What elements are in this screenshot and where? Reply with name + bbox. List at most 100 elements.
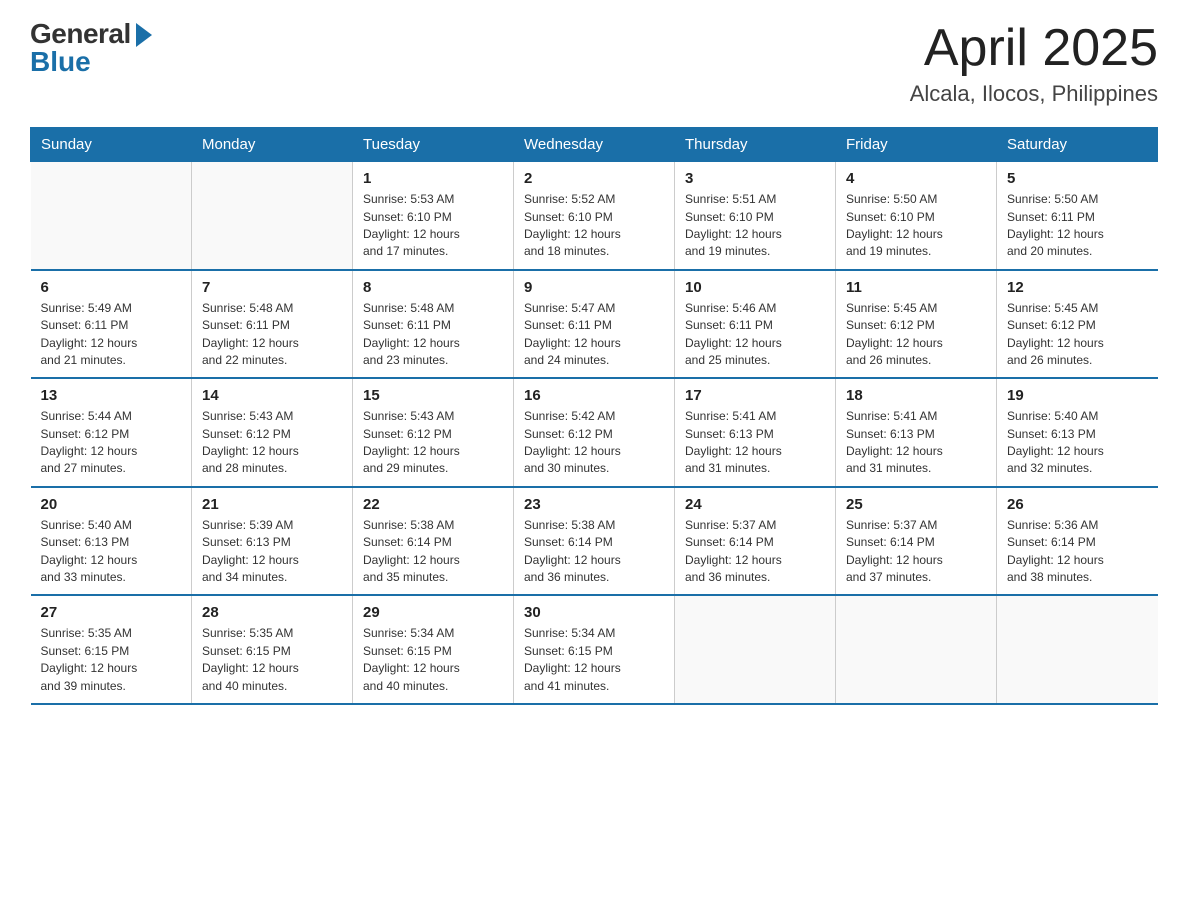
- day-number: 23: [524, 496, 664, 513]
- day-number: 26: [1007, 496, 1148, 513]
- calendar-cell: 28Sunrise: 5:35 AM Sunset: 6:15 PM Dayli…: [192, 595, 353, 704]
- calendar-cell: 18Sunrise: 5:41 AM Sunset: 6:13 PM Dayli…: [836, 378, 997, 487]
- day-number: 3: [685, 170, 825, 187]
- calendar-cell: [192, 162, 353, 270]
- day-number: 20: [41, 496, 182, 513]
- calendar-cell: 10 Sunrise: 5:46 AM Sunset: 6:11 PM Dayli…: [675, 270, 836, 379]
- day-number: 21: [202, 496, 342, 513]
- day-info: Sunrise: 5:50 AM Sunset: 6:10 PM Dayligh…: [846, 191, 986, 261]
- day-number: 17: [685, 387, 825, 404]
- day-number: 18: [846, 387, 986, 404]
- calendar-cell: 30 Sunrise: 5:34 AM Sunset: 6:15 PM Dayli…: [514, 595, 675, 704]
- logo-arrow-icon: [136, 23, 152, 47]
- calendar-cell: 7 Sunrise: 5:48 AM Sunset: 6:11 PM Daylig…: [192, 270, 353, 379]
- day-number: 19: [1007, 387, 1148, 404]
- day-info: Sunrise: 5:45 AM Sunset: 6:12 PM Dayligh…: [1007, 300, 1148, 370]
- calendar-week-row: 6Sunrise: 5:49 AM Sunset: 6:11 PM Daylig…: [31, 270, 1158, 379]
- day-info: Sunrise: 5:43 AM Sunset: 6:12 PM Dayligh…: [363, 408, 503, 478]
- calendar-cell: 24Sunrise: 5:37 AM Sunset: 6:14 PM Dayli…: [675, 487, 836, 596]
- day-info: Sunrise: 5:38 AM Sunset: 6:14 PM Dayligh…: [363, 517, 503, 587]
- logo-blue-text: Blue: [30, 48, 91, 76]
- page-header: General Blue April 2025 Alcala, Ilocos, …: [30, 20, 1158, 107]
- day-info: Sunrise: 5:48 AM Sunset: 6:11 PM Dayligh…: [202, 300, 342, 370]
- day-info: Sunrise: 5:39 AM Sunset: 6:13 PM Dayligh…: [202, 517, 342, 587]
- calendar-cell: 23 Sunrise: 5:38 AM Sunset: 6:14 PM Dayli…: [514, 487, 675, 596]
- calendar-cell: [836, 595, 997, 704]
- day-number: 14: [202, 387, 342, 404]
- calendar-cell: 12 Sunrise: 5:45 AM Sunset: 6:12 PM Dayli…: [997, 270, 1158, 379]
- weekday-header-sunday: Sunday: [31, 128, 192, 162]
- day-info: Sunrise: 5:40 AM Sunset: 6:13 PM Dayligh…: [41, 517, 182, 587]
- day-info: Sunrise: 5:44 AM Sunset: 6:12 PM Dayligh…: [41, 408, 182, 478]
- calendar-cell: 29 Sunrise: 5:34 AM Sunset: 6:15 PM Dayli…: [353, 595, 514, 704]
- day-number: 13: [41, 387, 182, 404]
- day-info: Sunrise: 5:50 AM Sunset: 6:11 PM Dayligh…: [1007, 191, 1148, 261]
- calendar-cell: 17 Sunrise: 5:41 AM Sunset: 6:13 PM Dayli…: [675, 378, 836, 487]
- calendar-cell: 20 Sunrise: 5:40 AM Sunset: 6:13 PM Dayli…: [31, 487, 192, 596]
- calendar-cell: 1 Sunrise: 5:53 AM Sunset: 6:10 PM Daylig…: [353, 162, 514, 270]
- day-number: 5: [1007, 170, 1148, 187]
- day-number: 7: [202, 279, 342, 296]
- logo: General Blue: [30, 20, 152, 76]
- day-info: Sunrise: 5:43 AM Sunset: 6:12 PM Dayligh…: [202, 408, 342, 478]
- day-number: 9: [524, 279, 664, 296]
- calendar-week-row: 1 Sunrise: 5:53 AM Sunset: 6:10 PM Daylig…: [31, 162, 1158, 270]
- calendar-cell: 5 Sunrise: 5:50 AM Sunset: 6:11 PM Daylig…: [997, 162, 1158, 270]
- calendar-header: SundayMondayTuesdayWednesdayThursdayFrid…: [31, 128, 1158, 162]
- calendar-cell: 22 Sunrise: 5:38 AM Sunset: 6:14 PM Dayli…: [353, 487, 514, 596]
- day-number: 8: [363, 279, 503, 296]
- day-number: 1: [363, 170, 503, 187]
- weekday-header-saturday: Saturday: [997, 128, 1158, 162]
- day-info: Sunrise: 5:38 AM Sunset: 6:14 PM Dayligh…: [524, 517, 664, 587]
- day-info: Sunrise: 5:34 AM Sunset: 6:15 PM Dayligh…: [524, 625, 664, 695]
- day-number: 24: [685, 496, 825, 513]
- calendar-cell: 15 Sunrise: 5:43 AM Sunset: 6:12 PM Dayli…: [353, 378, 514, 487]
- calendar-cell: 26 Sunrise: 5:36 AM Sunset: 6:14 PM Dayli…: [997, 487, 1158, 596]
- day-info: Sunrise: 5:42 AM Sunset: 6:12 PM Dayligh…: [524, 408, 664, 478]
- calendar-cell: 25Sunrise: 5:37 AM Sunset: 6:14 PM Dayli…: [836, 487, 997, 596]
- calendar-cell: 19 Sunrise: 5:40 AM Sunset: 6:13 PM Dayli…: [997, 378, 1158, 487]
- calendar-cell: 21 Sunrise: 5:39 AM Sunset: 6:13 PM Dayli…: [192, 487, 353, 596]
- day-number: 30: [524, 604, 664, 621]
- day-info: Sunrise: 5:40 AM Sunset: 6:13 PM Dayligh…: [1007, 408, 1148, 478]
- day-number: 4: [846, 170, 986, 187]
- day-info: Sunrise: 5:35 AM Sunset: 6:15 PM Dayligh…: [41, 625, 182, 695]
- day-number: 2: [524, 170, 664, 187]
- day-info: Sunrise: 5:34 AM Sunset: 6:15 PM Dayligh…: [363, 625, 503, 695]
- month-year-title: April 2025: [910, 20, 1158, 77]
- day-number: 15: [363, 387, 503, 404]
- day-info: Sunrise: 5:37 AM Sunset: 6:14 PM Dayligh…: [846, 517, 986, 587]
- calendar-cell: 16 Sunrise: 5:42 AM Sunset: 6:12 PM Dayli…: [514, 378, 675, 487]
- weekday-header-wednesday: Wednesday: [514, 128, 675, 162]
- day-info: Sunrise: 5:36 AM Sunset: 6:14 PM Dayligh…: [1007, 517, 1148, 587]
- weekday-header-monday: Monday: [192, 128, 353, 162]
- calendar-body: 1 Sunrise: 5:53 AM Sunset: 6:10 PM Daylig…: [31, 162, 1158, 704]
- weekday-header-thursday: Thursday: [675, 128, 836, 162]
- title-block: April 2025 Alcala, Ilocos, Philippines: [910, 20, 1158, 107]
- calendar-cell: 13 Sunrise: 5:44 AM Sunset: 6:12 PM Dayli…: [31, 378, 192, 487]
- day-info: Sunrise: 5:51 AM Sunset: 6:10 PM Dayligh…: [685, 191, 825, 261]
- calendar-cell: [997, 595, 1158, 704]
- day-number: 22: [363, 496, 503, 513]
- location-subtitle: Alcala, Ilocos, Philippines: [910, 81, 1158, 107]
- weekday-header-friday: Friday: [836, 128, 997, 162]
- calendar-week-row: 13 Sunrise: 5:44 AM Sunset: 6:12 PM Dayli…: [31, 378, 1158, 487]
- day-number: 28: [202, 604, 342, 621]
- calendar-cell: 3 Sunrise: 5:51 AM Sunset: 6:10 PM Daylig…: [675, 162, 836, 270]
- calendar-cell: 27 Sunrise: 5:35 AM Sunset: 6:15 PM Dayli…: [31, 595, 192, 704]
- day-info: Sunrise: 5:41 AM Sunset: 6:13 PM Dayligh…: [685, 408, 825, 478]
- day-number: 29: [363, 604, 503, 621]
- day-info: Sunrise: 5:53 AM Sunset: 6:10 PM Dayligh…: [363, 191, 503, 261]
- logo-general-text: General: [30, 20, 131, 48]
- calendar-week-row: 27 Sunrise: 5:35 AM Sunset: 6:15 PM Dayli…: [31, 595, 1158, 704]
- day-info: Sunrise: 5:49 AM Sunset: 6:11 PM Dayligh…: [41, 300, 182, 370]
- calendar-cell: 14 Sunrise: 5:43 AM Sunset: 6:12 PM Dayli…: [192, 378, 353, 487]
- day-number: 12: [1007, 279, 1148, 296]
- day-info: Sunrise: 5:46 AM Sunset: 6:11 PM Dayligh…: [685, 300, 825, 370]
- calendar-cell: 8 Sunrise: 5:48 AM Sunset: 6:11 PM Daylig…: [353, 270, 514, 379]
- calendar-cell: [31, 162, 192, 270]
- day-number: 16: [524, 387, 664, 404]
- day-number: 27: [41, 604, 182, 621]
- day-number: 10: [685, 279, 825, 296]
- day-info: Sunrise: 5:48 AM Sunset: 6:11 PM Dayligh…: [363, 300, 503, 370]
